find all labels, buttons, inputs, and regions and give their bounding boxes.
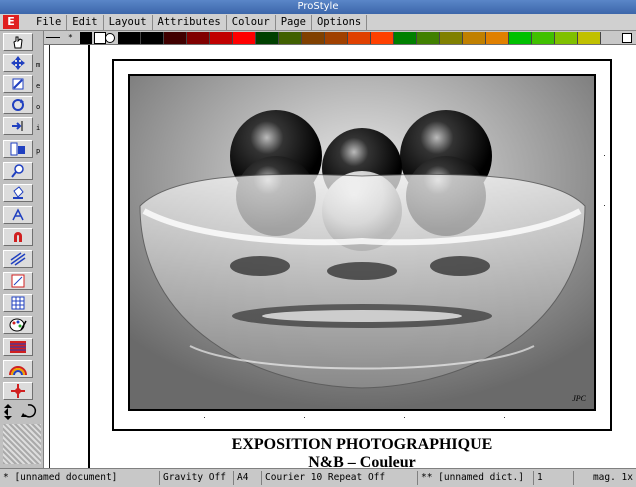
target-tool-icon[interactable] bbox=[3, 382, 33, 400]
palette-swatch[interactable] bbox=[210, 32, 233, 44]
line-width-icon[interactable] bbox=[46, 37, 60, 38]
photo-signature: JPC bbox=[572, 394, 586, 403]
photo-glass-bowl[interactable]: JPC bbox=[128, 74, 596, 411]
hand-tool-icon[interactable] bbox=[3, 33, 33, 51]
status-page-size[interactable]: A4 bbox=[234, 471, 262, 485]
grid-dot bbox=[304, 417, 305, 418]
colour-palette: * bbox=[44, 31, 636, 45]
palette-swatch[interactable] bbox=[578, 32, 601, 44]
window-title: ProStyle bbox=[0, 0, 636, 14]
palette-swatch[interactable] bbox=[118, 32, 141, 44]
page-edge bbox=[88, 45, 90, 468]
menu-colour[interactable]: Colour bbox=[227, 14, 276, 30]
palette-swatch[interactable] bbox=[141, 32, 164, 44]
palette-swatch[interactable] bbox=[417, 32, 440, 44]
palette-scroll-icon[interactable] bbox=[622, 33, 632, 43]
status-bar: * [unnamed document] Gravity Off A4 Cour… bbox=[0, 468, 636, 487]
page-tool-icon[interactable] bbox=[3, 140, 33, 158]
palette-swatch[interactable] bbox=[256, 32, 279, 44]
caption-title: EXPOSITION PHOTOGRAPHIQUE bbox=[231, 436, 493, 453]
move-tool-icon[interactable] bbox=[3, 54, 33, 72]
palette-tool-icon[interactable] bbox=[3, 316, 33, 334]
fill-tool-icon[interactable] bbox=[3, 184, 33, 202]
grid-dot bbox=[604, 205, 605, 206]
palette-swatch[interactable] bbox=[187, 32, 210, 44]
shape-tool-icon[interactable] bbox=[3, 272, 33, 290]
insert-tool-key: i bbox=[36, 124, 41, 132]
palette-swatch[interactable] bbox=[302, 32, 325, 44]
tool-palette: m e o i p bbox=[0, 31, 44, 468]
grid-dot bbox=[504, 417, 505, 418]
menu-layout[interactable]: Layout bbox=[104, 14, 153, 30]
palette-swatch[interactable] bbox=[509, 32, 532, 44]
pattern-tool-icon[interactable] bbox=[3, 338, 33, 356]
edit-tool-key: e bbox=[36, 82, 41, 90]
line-tool-icon[interactable] bbox=[3, 250, 33, 268]
grid-dot bbox=[404, 417, 405, 418]
palette-swatch[interactable] bbox=[394, 32, 417, 44]
insert-tool-icon[interactable] bbox=[3, 117, 33, 135]
navigation-arrows-icon[interactable] bbox=[3, 403, 41, 421]
status-font[interactable]: Courier 10 Repeat Off bbox=[262, 471, 418, 485]
status-magnification[interactable]: mag. 1x bbox=[574, 471, 636, 485]
palette-swatch[interactable] bbox=[555, 32, 578, 44]
palette-swatch[interactable] bbox=[440, 32, 463, 44]
text-tool-icon[interactable] bbox=[3, 206, 33, 224]
palette-swatch[interactable] bbox=[279, 32, 302, 44]
palette-swatch[interactable] bbox=[371, 32, 394, 44]
pattern-preview bbox=[3, 424, 41, 464]
palette-swatch[interactable] bbox=[164, 32, 187, 44]
palette-swatch[interactable] bbox=[325, 32, 348, 44]
move-tool-key: m bbox=[36, 61, 41, 69]
menu-edit[interactable]: Edit bbox=[67, 14, 104, 30]
status-dictionary[interactable]: ** [unnamed dict.] bbox=[418, 471, 534, 485]
menu-file[interactable]: File bbox=[31, 14, 68, 30]
menu-options[interactable]: Options bbox=[312, 14, 368, 30]
star-icon[interactable]: * bbox=[68, 33, 73, 42]
palette-swatches bbox=[118, 32, 601, 44]
app-logo-icon[interactable]: E bbox=[3, 15, 19, 29]
rainbow-tool-icon[interactable] bbox=[3, 360, 33, 378]
palette-swatch[interactable] bbox=[233, 32, 256, 44]
rotate-tool-key: o bbox=[36, 103, 41, 111]
grid-dot bbox=[604, 155, 605, 156]
zoom-tool-icon[interactable] bbox=[3, 162, 33, 180]
status-page-number: 1 bbox=[534, 471, 574, 485]
menu-bar: E File Edit Layout Attributes Colour Pag… bbox=[0, 14, 636, 31]
document-canvas[interactable]: JPC EXPOSITION PHOTOGRAPHIQUE N&B – Coul… bbox=[44, 45, 636, 468]
vertical-ruler bbox=[45, 45, 50, 468]
magnet-tool-icon[interactable] bbox=[3, 228, 33, 246]
status-gravity[interactable]: Gravity Off bbox=[160, 471, 234, 485]
palette-swatch[interactable] bbox=[463, 32, 486, 44]
grid-dot bbox=[204, 417, 205, 418]
menu-attributes[interactable]: Attributes bbox=[153, 14, 227, 30]
palette-swatch[interactable] bbox=[486, 32, 509, 44]
palette-swatch[interactable] bbox=[348, 32, 371, 44]
swatch-black-selected[interactable] bbox=[80, 32, 92, 44]
menu-page[interactable]: Page bbox=[276, 14, 312, 30]
status-document: * [unnamed document] bbox=[0, 471, 160, 485]
edit-tool-icon[interactable] bbox=[3, 75, 33, 93]
caption-subtitle: N&B – Couleur bbox=[308, 454, 416, 468]
color-picker-icon[interactable] bbox=[105, 33, 115, 43]
page-tool-key: p bbox=[36, 147, 41, 155]
palette-swatch[interactable] bbox=[532, 32, 555, 44]
grid-tool-icon[interactable] bbox=[3, 294, 33, 312]
rotate-tool-icon[interactable] bbox=[3, 96, 33, 114]
